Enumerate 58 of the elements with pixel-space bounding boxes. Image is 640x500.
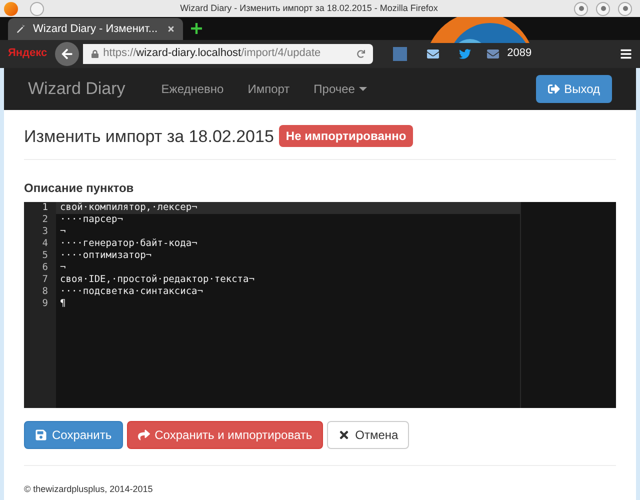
line-number: 9 [41,298,49,310]
line-number: 3 [41,226,49,238]
back-button[interactable] [55,42,80,66]
window-title: Wizard Diary - Изменить импорт за 18.02.2015 - Mozilla Firefox [179,2,439,15]
status-label: Не импортированно [278,125,414,148]
nav-link[interactable]: Импорт [248,80,290,98]
line-number: 5 [41,250,49,262]
lock-icon [91,50,100,58]
cancel-button[interactable]: Отмена [327,421,410,449]
back-arrow-icon [61,48,74,60]
nav-link[interactable]: Прочее [314,80,367,98]
code-editor[interactable]: 1 2 3 4 5 6 7 8 9 свой·компилятор,·лексер¬ ····парсер¬ ¬ ····генератор·байт-кода¬ ····оптимизатор¬ ¬ своя·IDE,·простой·редактор·текста¬ ····подсветка·синтаксиса¬ ¶ [24,202,616,408]
line-number: 1 [41,202,49,214]
browser-tab[interactable]: Wizard Diary - Изменит... [8,18,183,40]
field-label: Описание пунктов [24,180,135,197]
reload-icon[interactable] [357,50,366,58]
social-icon[interactable] [393,46,408,61]
close-icon[interactable] [167,24,175,33]
code-line: ¬ [60,226,66,237]
code-line: ····парсер¬ [60,214,123,225]
brand-link[interactable]: Wizard Diary [28,76,126,102]
code-line: ····оптимизатор¬ [60,250,152,261]
close-button[interactable] [618,2,632,16]
minimize-button[interactable] [574,2,588,16]
save-button[interactable]: Сохранить [24,421,123,449]
line-number: 8 [41,286,49,298]
code-line: своя·IDE,·простой·редактор·текста¬ [60,274,254,285]
caret-icon [358,86,367,90]
maximize-button[interactable] [596,2,610,16]
tab-title: Wizard Diary - Изменит... [33,22,159,37]
logout-button[interactable]: Выход [536,74,612,102]
search-logo[interactable]: Яндекс [8,45,48,62]
logout-icon [548,82,560,94]
forward-arrow-icon [138,429,150,441]
counter: 2089 [507,46,532,62]
code-line: ····генератор·байт-кода¬ [60,238,198,249]
url-text: https://wizard-diary.localhost/import/4/update [103,46,322,62]
menu-icon[interactable] [620,48,632,60]
line-number: 4 [41,238,49,250]
code-line: ····подсветка·синтаксиса¬ [60,286,203,297]
nav-link[interactable]: Ежедневно [161,80,224,98]
line-number: 2 [41,214,49,226]
url-field[interactable]: https://wizard-diary.localhost/import/4/update [83,44,374,64]
page-title: Изменить импорт за 18.02.2015 [24,126,274,148]
line-number: 7 [41,274,49,286]
code-line: свой·компилятор,·лексер¬ [60,202,198,213]
code-line: ¶ [60,298,66,309]
firefox-logo-icon [4,2,18,16]
new-tab-button[interactable] [191,22,202,34]
mail-icon[interactable] [487,48,500,60]
twitter-icon[interactable] [459,48,472,60]
line-number: 6 [41,262,49,274]
mail-icon[interactable] [427,48,440,60]
close-icon [338,429,350,441]
footer-text: © thewizardplusplus, 2014-2015 [24,484,153,494]
wand-icon [16,24,25,34]
save-import-button[interactable]: Сохранить и импортировать [126,421,324,449]
code-line: ¬ [60,262,66,273]
